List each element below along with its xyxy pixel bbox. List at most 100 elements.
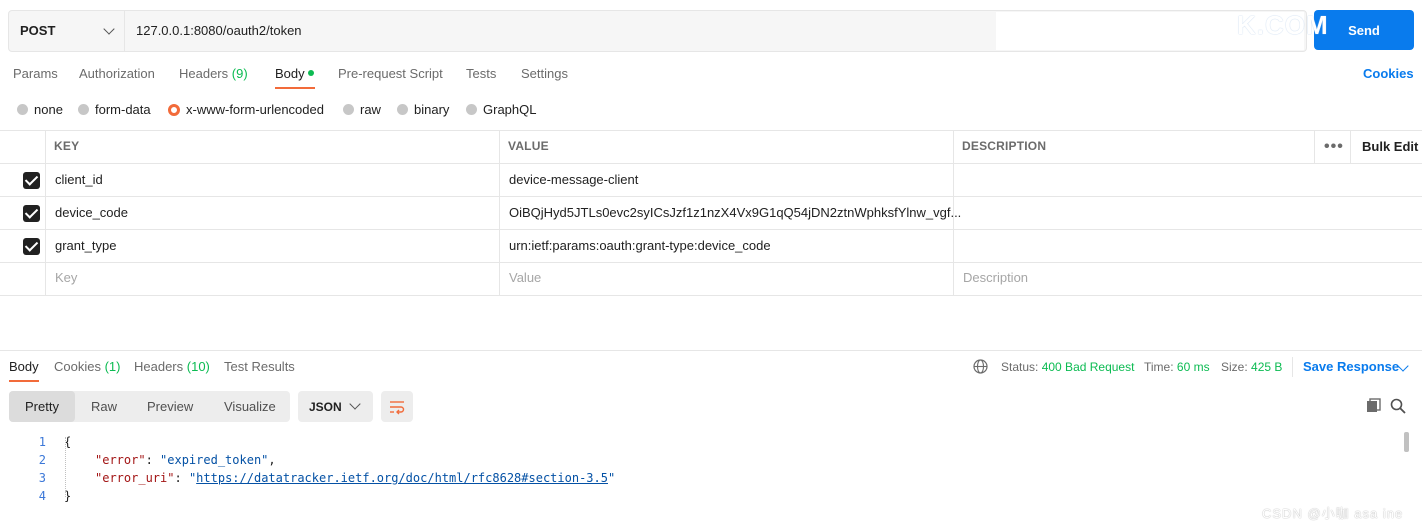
view-mode-selector: Pretty Raw Preview Visualize [9, 391, 290, 422]
table-column-divider [1350, 130, 1351, 163]
tab-authorization[interactable]: Authorization [79, 66, 155, 81]
watermark-top: K.COM [1237, 10, 1329, 40]
status-value: 400 Bad Request [1041, 360, 1135, 374]
search-icon[interactable] [1390, 398, 1406, 414]
radio-circle [78, 104, 89, 115]
response-tab-test-results[interactable]: Test Results [224, 359, 295, 374]
radio-raw[interactable]: raw [343, 102, 381, 117]
chevron-down-icon [103, 23, 115, 35]
radio-label: x-www-form-urlencoded [186, 102, 324, 117]
scrollbar-thumb[interactable] [1404, 432, 1409, 452]
table-column-divider [45, 130, 46, 296]
radio-label: form-data [95, 102, 151, 117]
json-link[interactable]: https://datatracker.ietf.org/doc/html/rf… [196, 471, 608, 485]
line-number: 1 [38, 435, 46, 449]
radio-form-data[interactable]: form-data [78, 102, 151, 117]
radio-label: binary [414, 102, 450, 117]
body-indicator-dot [307, 70, 314, 76]
json-sep: : [145, 453, 161, 467]
view-mode-preview[interactable]: Preview [147, 399, 193, 414]
tab-pre-request-script[interactable]: Pre-request Script [338, 66, 443, 81]
tab-params[interactable]: Params [13, 66, 58, 81]
radio-circle [466, 104, 477, 115]
table-divider [0, 262, 1422, 263]
radio-label: none [34, 102, 63, 117]
param-key[interactable]: client_id [55, 172, 103, 187]
column-header-value: VALUE [508, 139, 549, 153]
view-mode-visualize[interactable]: Visualize [224, 399, 276, 414]
status-divider [1292, 357, 1293, 377]
row-checkbox[interactable] [23, 238, 40, 255]
time-value: 60 ms [1176, 360, 1210, 374]
param-value[interactable]: OiBQjHyd5JTLs0evc2syICsJzf1z1nzX4Vx9G1qQ… [509, 205, 961, 220]
response-tab-headers-count: (10) [186, 359, 210, 374]
table-divider [0, 163, 1422, 164]
watermark-bottom: CSDN @小咖 asa ine [1262, 506, 1404, 521]
format-label: JSON [309, 400, 342, 414]
radio-none[interactable]: none [17, 102, 63, 117]
send-button[interactable]: Send [1314, 10, 1414, 50]
radio-circle [17, 104, 28, 115]
tab-settings[interactable]: Settings [521, 66, 568, 81]
tab-body-label: Body [275, 66, 305, 81]
method-select[interactable]: POST [9, 11, 125, 51]
tab-headers-count: (9) [231, 66, 248, 81]
radio-label: raw [360, 102, 381, 117]
radio-x-www-form-urlencoded[interactable]: x-www-form-urlencoded [168, 102, 324, 117]
radio-circle [343, 104, 354, 115]
radio-binary[interactable]: binary [397, 102, 449, 117]
code-line-3: "error_uri": "https://datatracker.ietf.o… [95, 471, 615, 485]
tab-tests[interactable]: Tests [466, 66, 496, 81]
response-divider [0, 350, 1422, 351]
copy-icon[interactable] [1366, 398, 1381, 413]
json-quote-close: " [607, 471, 616, 485]
url-input[interactable]: 127.0.0.1:8080/oauth2/token [136, 23, 302, 38]
column-header-description: DESCRIPTION [962, 139, 1047, 153]
more-options-icon[interactable]: ••• [1324, 138, 1344, 156]
table-column-divider [499, 130, 500, 296]
radio-graphql[interactable]: GraphQL [466, 102, 536, 117]
line-number: 4 [38, 489, 46, 503]
table-column-divider [1314, 130, 1315, 163]
response-tab-headers-label: Headers [134, 359, 184, 374]
view-mode-pretty[interactable]: Pretty [25, 399, 59, 414]
radio-label: GraphQL [483, 102, 537, 117]
response-tab-cookies[interactable]: Cookies (1) [54, 359, 120, 374]
line-number: 3 [38, 471, 46, 485]
response-tab-headers[interactable]: Headers (10) [134, 359, 210, 374]
format-dropdown[interactable]: JSON [298, 391, 373, 422]
table-divider [0, 229, 1422, 230]
json-key: "error_uri" [95, 471, 175, 485]
status-readout: Status: 400 Bad Request [1001, 360, 1134, 374]
size-value: 425 B [1251, 360, 1283, 374]
tab-body-underline [275, 87, 315, 89]
wrap-lines-button[interactable] [381, 391, 413, 422]
param-key[interactable]: grant_type [55, 238, 116, 253]
row-checkbox[interactable] [23, 172, 40, 189]
globe-icon[interactable] [973, 359, 988, 374]
row-checkbox[interactable] [23, 205, 40, 222]
param-key[interactable]: device_code [55, 205, 128, 220]
size-label: Size: [1221, 360, 1248, 374]
tab-headers-label: Headers [179, 66, 229, 81]
tab-body[interactable]: Body [275, 66, 314, 81]
description-input-placeholder[interactable]: Description [963, 270, 1028, 285]
response-code-viewer[interactable]: 1 { 2 "error": "expired_token", 3 "error… [0, 433, 1410, 531]
json-key: "error" [95, 453, 146, 467]
bulk-edit-button[interactable]: Bulk Edit [1362, 139, 1418, 154]
value-input-placeholder[interactable]: Value [509, 270, 541, 285]
view-mode-raw[interactable]: Raw [91, 399, 117, 414]
response-tab-body[interactable]: Body [9, 359, 39, 374]
send-label: Send [1348, 22, 1380, 38]
save-response-button[interactable]: Save Response [1303, 359, 1399, 374]
radio-circle [397, 104, 408, 115]
cookies-link[interactable]: Cookies [1363, 66, 1414, 81]
time-label: Time: [1144, 360, 1174, 374]
key-input-placeholder[interactable]: Key [55, 270, 77, 285]
tab-headers[interactable]: Headers (9) [179, 66, 248, 81]
line-number: 2 [38, 453, 46, 467]
method-label: POST [20, 23, 56, 38]
request-url-bar: POST 127.0.0.1:8080/oauth2/token [8, 10, 1307, 52]
param-value[interactable]: urn:ietf:params:oauth:grant-type:device_… [509, 238, 771, 253]
param-value[interactable]: device-message-client [509, 172, 638, 187]
